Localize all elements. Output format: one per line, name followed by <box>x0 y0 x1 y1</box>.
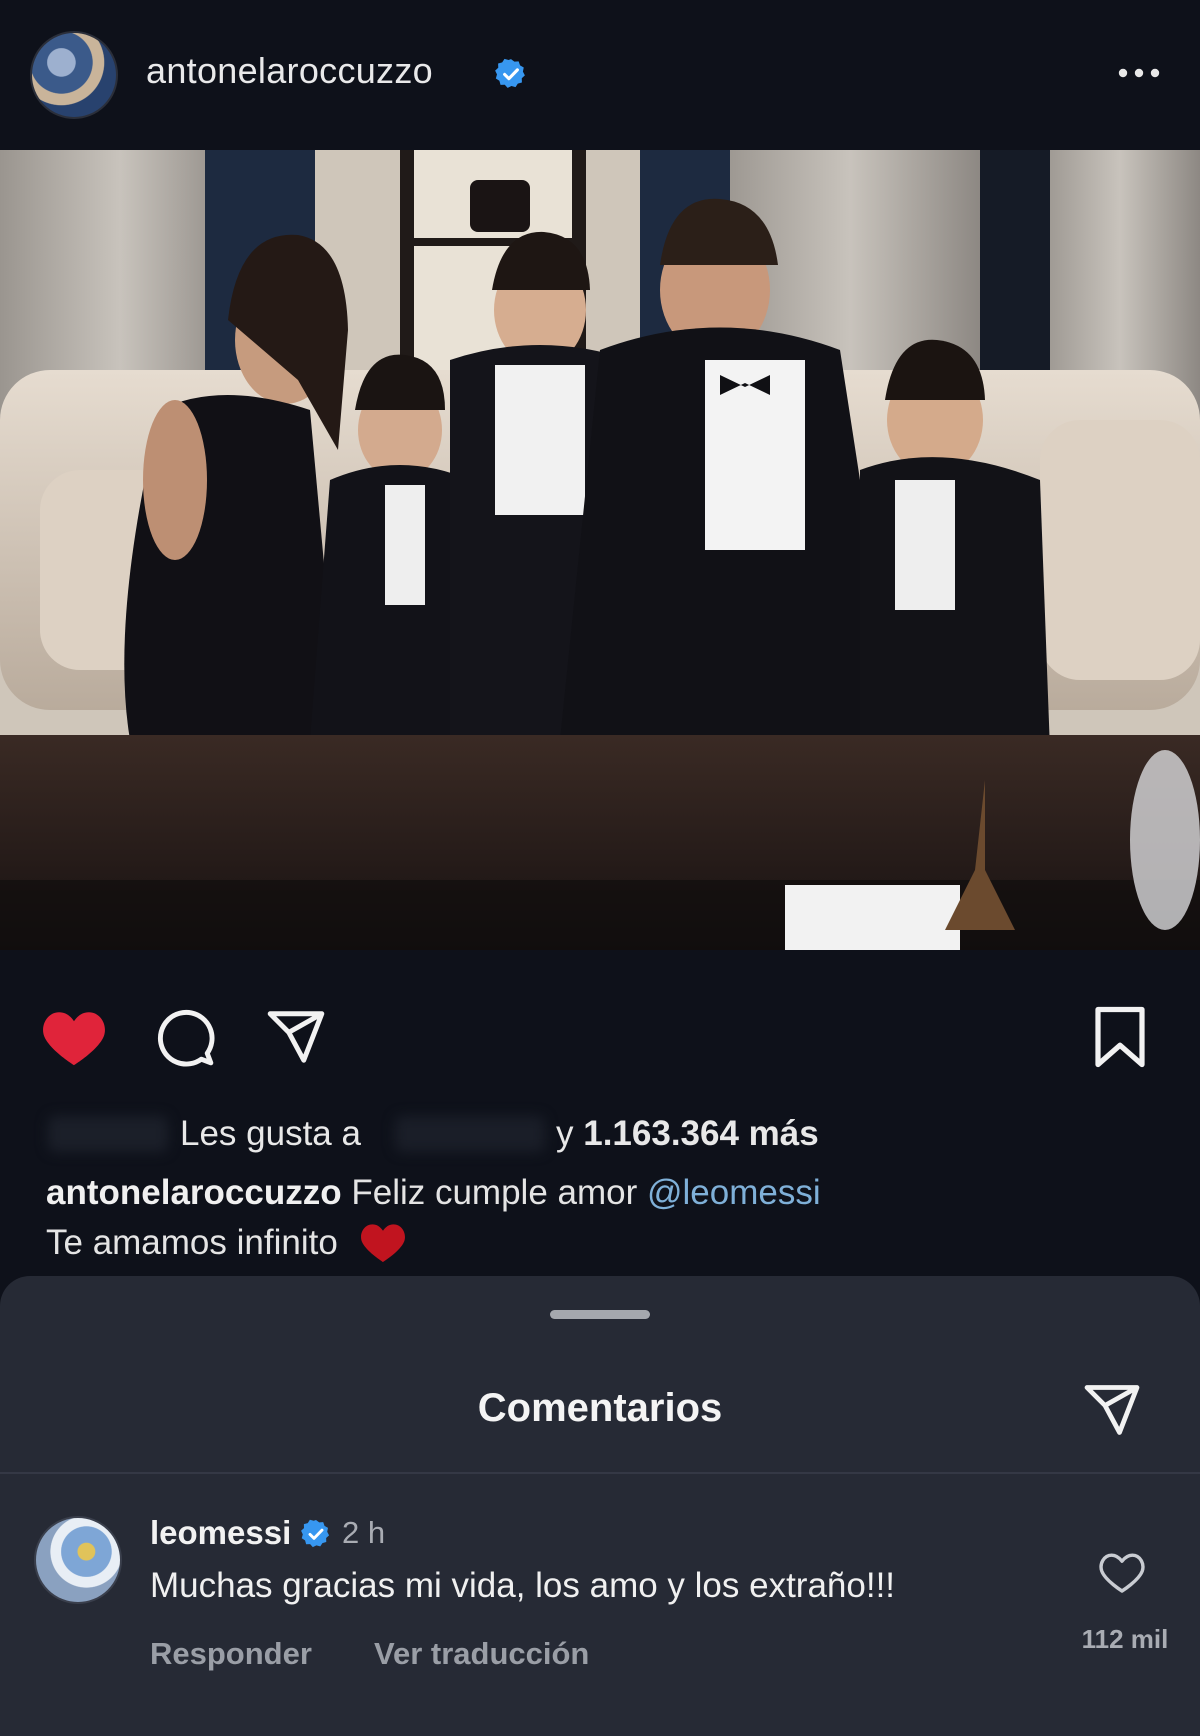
heart-outline-icon[interactable] <box>1098 1550 1146 1594</box>
likes-summary[interactable]: Les gusta a y 1.163.364 más <box>0 1112 1200 1156</box>
red-heart-emoji-icon <box>360 1224 405 1262</box>
liker-avatars-blurred <box>48 1116 168 1152</box>
profile-avatar[interactable] <box>30 31 118 119</box>
paper-plane-icon[interactable] <box>1080 1380 1144 1440</box>
see-translation-button[interactable]: Ver traducción <box>374 1636 589 1672</box>
post-caption: antonelaroccuzzo Feliz cumple amor @leom… <box>46 1168 1166 1268</box>
verified-badge-icon <box>495 58 525 88</box>
ellipsis-icon[interactable] <box>1114 58 1164 88</box>
sheet-drag-handle[interactable] <box>550 1310 650 1319</box>
comment-timestamp: 2 h <box>342 1515 386 1550</box>
post-username[interactable]: antonelaroccuzzo <box>146 50 433 92</box>
heart-filled-icon[interactable] <box>40 1006 108 1068</box>
paper-plane-icon[interactable] <box>264 1006 328 1068</box>
bookmark-icon[interactable] <box>1092 1004 1148 1070</box>
family-photo-illustration <box>0 150 1200 950</box>
reply-button[interactable]: Responder <box>150 1636 312 1672</box>
comment-bubble-icon[interactable] <box>154 1006 216 1068</box>
caption-line2: Te amamos infinito <box>46 1223 338 1262</box>
post-photo[interactable] <box>0 150 1200 950</box>
likes-count-line: y 1.163.364 más <box>556 1114 819 1153</box>
comment-username[interactable]: leomessi <box>150 1514 291 1552</box>
comment-avatar[interactable] <box>34 1516 122 1604</box>
caption-username[interactable]: antonelaroccuzzo <box>46 1173 342 1212</box>
liker-name-blurred <box>395 1116 545 1152</box>
caption-mention[interactable]: @leomessi <box>647 1173 821 1212</box>
comments-title: Comentarios <box>477 1386 723 1430</box>
likes-prefix: Les gusta a <box>180 1114 361 1153</box>
verified-badge-icon <box>301 1519 330 1548</box>
likes-count: 1.163.364 más <box>583 1114 819 1153</box>
comment-text: Muchas gracias mi vida, los amo y los ex… <box>150 1566 896 1605</box>
caption-text: Feliz cumple amor <box>351 1173 638 1212</box>
comment-like-count: 112 mil <box>1081 1624 1169 1654</box>
divider <box>0 1472 1200 1474</box>
